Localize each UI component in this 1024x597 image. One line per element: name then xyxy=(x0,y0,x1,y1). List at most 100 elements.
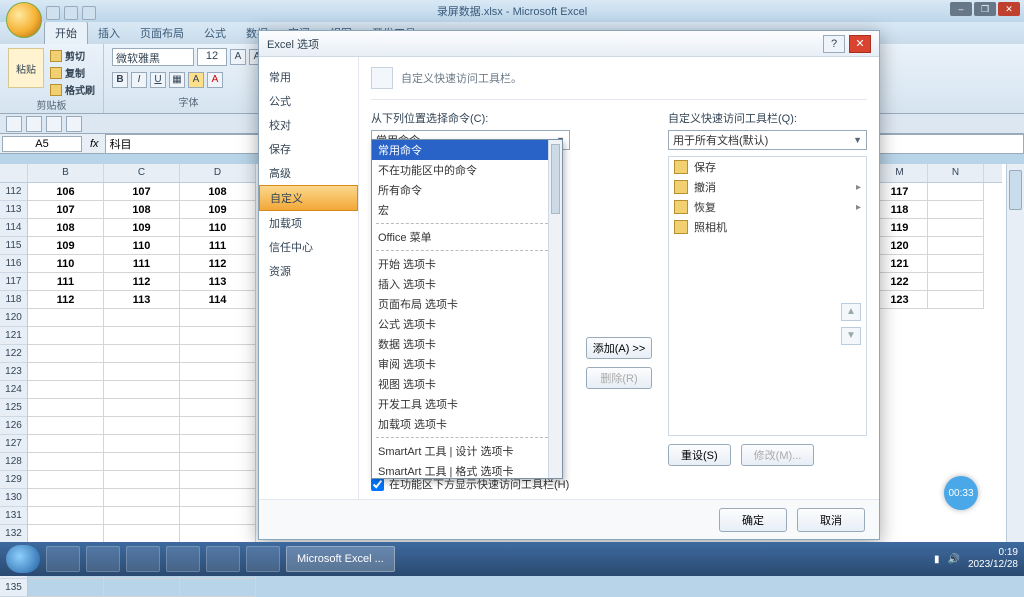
fx-icon[interactable]: fx xyxy=(84,138,105,150)
dialog-close-button[interactable]: ✕ xyxy=(849,35,871,53)
ribbon-tab[interactable]: 页面布局 xyxy=(130,22,194,44)
system-tray[interactable]: ▮ 🔊 0:19 2023/12/28 xyxy=(934,547,1018,571)
move-up-button[interactable]: ▲ xyxy=(841,303,861,321)
taskbar-ie2-icon[interactable] xyxy=(246,546,280,572)
window-close[interactable]: ✕ xyxy=(998,2,1020,16)
dropdown-option[interactable]: 数据 选项卡 xyxy=(372,334,562,354)
options-category[interactable]: 保存 xyxy=(259,137,358,161)
dropdown-option[interactable]: 页面布局 选项卡 xyxy=(372,294,562,314)
qat-undo-icon[interactable] xyxy=(64,6,78,20)
underline-button[interactable]: U xyxy=(150,72,166,88)
taskbar-media-icon[interactable] xyxy=(166,546,200,572)
options-category-list[interactable]: 常用公式校对保存高级自定义加载项信任中心资源 xyxy=(259,57,359,499)
taskbar-ie-icon[interactable] xyxy=(86,546,120,572)
column-headers[interactable]: BCD xyxy=(0,164,256,183)
copy-button[interactable]: 复制 xyxy=(50,65,95,80)
dropdown-option[interactable]: Office 菜单 xyxy=(372,227,562,247)
dropdown-option[interactable]: 开始 选项卡 xyxy=(372,254,562,274)
border-button[interactable]: ▦ xyxy=(169,72,185,88)
options-category[interactable]: 信任中心 xyxy=(259,235,358,259)
font-size-combo[interactable]: 12 xyxy=(197,48,227,66)
bold-button[interactable]: B xyxy=(112,72,128,88)
font-color-button[interactable]: A xyxy=(207,72,223,88)
reset-button[interactable]: 重设(S) xyxy=(668,444,731,466)
choose-from-dropdown[interactable]: 常用命令不在功能区中的命令所有命令宏 Office 菜单开始 选项卡插入 选项卡页… xyxy=(371,139,563,479)
tray-sound-icon[interactable]: 🔊 xyxy=(947,554,959,565)
dropdown-option[interactable]: 视图 选项卡 xyxy=(372,374,562,394)
dropdown-option[interactable]: 公式 选项卡 xyxy=(372,314,562,334)
qat xyxy=(46,4,96,22)
right-columns[interactable]: MN 117118119120121122123 xyxy=(872,164,1002,309)
grid-cells[interactable]: 1061071081071081091081091101091101111101… xyxy=(28,183,256,597)
cut-button[interactable]: 剪切 xyxy=(50,48,95,63)
qat-item[interactable]: 照相机 xyxy=(669,217,866,237)
qat-redo-icon[interactable] xyxy=(82,6,96,20)
tray-clock[interactable]: 0:19 2023/12/28 xyxy=(968,547,1018,571)
grow-font-button[interactable]: A xyxy=(230,49,246,65)
qat-item[interactable]: 恢复▸ xyxy=(669,197,866,217)
command-icon xyxy=(674,160,688,174)
qat-item[interactable]: 保存 xyxy=(669,157,866,177)
current-qat-list[interactable]: 保存撤消▸恢复▸照相机 xyxy=(668,156,867,436)
paste-button[interactable]: 粘贴 xyxy=(8,48,44,88)
ok-button[interactable]: 确定 xyxy=(719,508,787,532)
modify-button[interactable]: 修改(M)... xyxy=(741,444,815,466)
vertical-scrollbar[interactable] xyxy=(1006,164,1024,542)
scroll-thumb[interactable] xyxy=(1009,170,1022,210)
dropdown-option[interactable]: SmartArt 工具 | 格式 选项卡 xyxy=(372,461,562,479)
taskbar-lock-icon[interactable] xyxy=(206,546,240,572)
options-category[interactable]: 自定义 xyxy=(259,185,358,211)
dropdown-option[interactable]: 宏 xyxy=(372,200,562,220)
reorder-buttons: ▲ ▼ xyxy=(841,303,861,345)
format-painter-button[interactable]: 格式刷 xyxy=(50,82,95,97)
dropdown-option[interactable]: 不在功能区中的命令 xyxy=(372,160,562,180)
qat2-redo-icon[interactable] xyxy=(46,116,62,132)
italic-button[interactable]: I xyxy=(131,72,147,88)
dropdown-option[interactable]: 插入 选项卡 xyxy=(372,274,562,294)
name-box[interactable]: A5 xyxy=(2,136,82,152)
move-down-button[interactable]: ▼ xyxy=(841,327,861,345)
ribbon-tab[interactable]: 公式 xyxy=(194,22,236,44)
group-font: 微软雅黑 12 A A B I U ▦ A A 字体 xyxy=(104,44,274,113)
dropdown-scroll-thumb[interactable] xyxy=(551,144,560,214)
tray-network-icon[interactable]: ▮ xyxy=(934,554,940,565)
dropdown-option[interactable]: 所有命令 xyxy=(372,180,562,200)
dialog-help-button[interactable]: ? xyxy=(823,35,845,53)
taskbar[interactable]: Microsoft Excel ... ▮ 🔊 0:19 2023/12/28 xyxy=(0,542,1024,576)
taskbar-excel-task[interactable]: Microsoft Excel ... xyxy=(286,546,395,572)
qat-save-icon[interactable] xyxy=(46,6,60,20)
dropdown-scrollbar[interactable] xyxy=(548,140,562,478)
dropdown-option[interactable]: 开发工具 选项卡 xyxy=(372,394,562,414)
dialog-titlebar[interactable]: Excel 选项 ? ✕ xyxy=(259,31,879,57)
ribbon-tab[interactable]: 插入 xyxy=(88,22,130,44)
cancel-button[interactable]: 取消 xyxy=(797,508,865,532)
options-category[interactable]: 加载项 xyxy=(259,211,358,235)
options-category[interactable]: 常用 xyxy=(259,65,358,89)
dropdown-option[interactable]: 审阅 选项卡 xyxy=(372,354,562,374)
dropdown-option[interactable]: SmartArt 工具 | 设计 选项卡 xyxy=(372,441,562,461)
ribbon-tab[interactable]: 开始 xyxy=(44,21,88,44)
qat2-save-icon[interactable] xyxy=(6,116,22,132)
options-category[interactable]: 公式 xyxy=(259,89,358,113)
start-button[interactable] xyxy=(6,545,40,573)
window-minimize[interactable]: – xyxy=(950,2,972,16)
customize-qat-combo[interactable]: 用于所有文档(默认) ▼ xyxy=(668,130,867,150)
dropdown-option[interactable]: 常用命令 xyxy=(372,140,562,160)
options-category[interactable]: 校对 xyxy=(259,113,358,137)
taskbar-chrome-icon[interactable] xyxy=(126,546,160,572)
options-category[interactable]: 资源 xyxy=(259,259,358,283)
qat2-undo-icon[interactable] xyxy=(26,116,42,132)
add-button[interactable]: 添加(A) >> xyxy=(586,337,652,359)
font-name-combo[interactable]: 微软雅黑 xyxy=(112,48,194,66)
options-category[interactable]: 高级 xyxy=(259,161,358,185)
remove-button[interactable]: 删除(R) xyxy=(586,367,652,389)
taskbar-explorer-icon[interactable] xyxy=(46,546,80,572)
office-button[interactable] xyxy=(6,2,42,38)
dropdown-option[interactable]: 加载项 选项卡 xyxy=(372,414,562,434)
fill-color-button[interactable]: A xyxy=(188,72,204,88)
show-below-ribbon-checkbox[interactable] xyxy=(371,478,384,491)
qat2-camera-icon[interactable] xyxy=(66,116,82,132)
window-maximize[interactable]: ❐ xyxy=(974,2,996,16)
qat-item[interactable]: 撤消▸ xyxy=(669,177,866,197)
row-headers[interactable]: 1121131141151161171181201211221231241251… xyxy=(0,183,28,597)
